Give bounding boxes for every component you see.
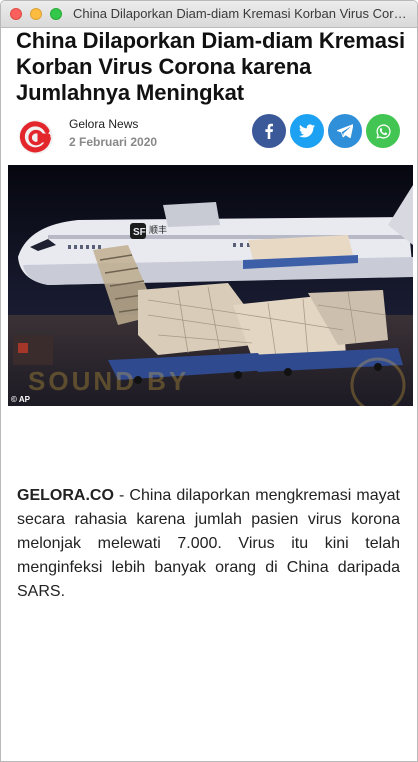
share-facebook-button[interactable] — [252, 114, 286, 148]
share-telegram-button[interactable] — [328, 114, 362, 148]
article-page: China Dilaporkan Diam-diam Kremasi Korba… — [1, 28, 417, 761]
svg-text:顺丰: 顺丰 — [149, 224, 167, 235]
window-title: China Dilaporkan Diam-diam Kremasi Korba… — [73, 6, 407, 21]
telegram-icon — [337, 124, 353, 138]
close-button[interactable] — [10, 8, 22, 20]
cargo-plane-photo: SF 顺丰 SOUND BY — [8, 165, 413, 406]
article-date: 2 Februari 2020 — [69, 135, 158, 149]
share-buttons — [252, 114, 400, 148]
gelora-logo-icon — [19, 120, 53, 154]
source-label: GELORA.CO — [17, 487, 114, 504]
article-meta: Gelora News 2 Februari 2020 — [16, 114, 402, 158]
svg-text:SF: SF — [133, 227, 146, 238]
twitter-icon — [299, 124, 315, 138]
facebook-icon — [265, 123, 273, 139]
article-body: GELORA.CO - China dilaporkan mengkremasi… — [17, 484, 400, 604]
article-image: SF 顺丰 SOUND BY © AP — [8, 165, 413, 406]
whatsapp-icon — [375, 123, 391, 139]
share-twitter-button[interactable] — [290, 114, 324, 148]
window-controls — [10, 8, 62, 20]
minimize-button[interactable] — [30, 8, 42, 20]
article-author[interactable]: Gelora News — [69, 117, 138, 131]
browser-window: China Dilaporkan Diam-diam Kremasi Korba… — [0, 0, 418, 762]
title-bar: China Dilaporkan Diam-diam Kremasi Korba… — [1, 1, 417, 28]
image-credit: © AP — [11, 395, 30, 404]
article-headline: China Dilaporkan Diam-diam Kremasi Korba… — [16, 28, 406, 105]
maximize-button[interactable] — [50, 8, 62, 20]
svg-text:SOUND BY: SOUND BY — [28, 366, 189, 396]
share-whatsapp-button[interactable] — [366, 114, 400, 148]
